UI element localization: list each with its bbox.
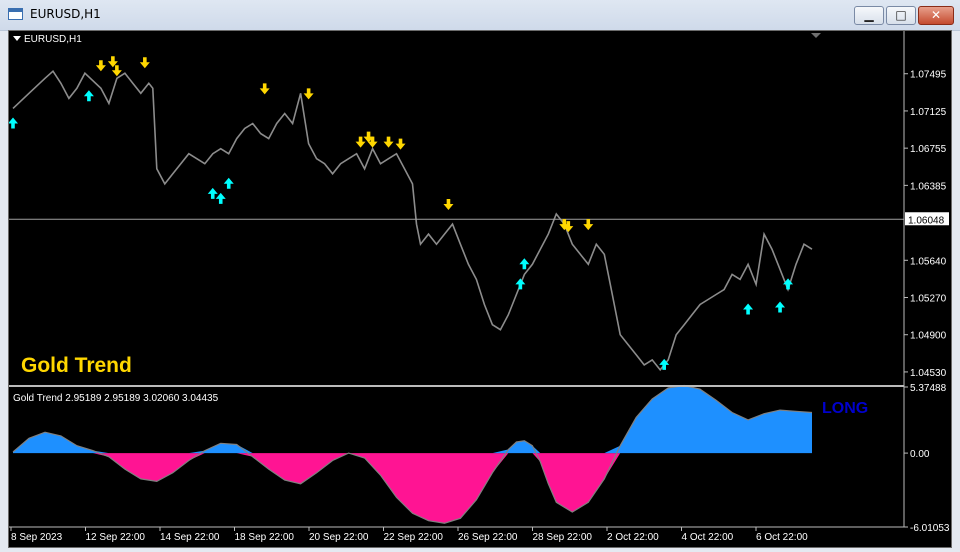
sell-arrow-icon <box>259 83 270 95</box>
buy-arrow-icon <box>223 177 234 189</box>
indicator-tick-label: -6.01053 <box>910 523 950 534</box>
gold-trend-overlay-label: Gold Trend <box>21 354 132 377</box>
sell-arrow-icon <box>443 199 454 211</box>
price-tick-label: 1.07495 <box>910 70 947 81</box>
time-tick-label: 4 Oct 22:00 <box>682 532 734 543</box>
price-tick-label: 1.04530 <box>910 368 947 379</box>
indicator-tick-label: 5.37488 <box>910 383 947 394</box>
price-panel[interactable] <box>9 56 904 372</box>
indicator-tick-label: 0.00 <box>910 449 930 460</box>
time-tick-label: 26 Sep 22:00 <box>458 532 518 543</box>
sell-arrow-icon <box>111 65 122 77</box>
time-tick-label: 14 Sep 22:00 <box>160 532 220 543</box>
chart-window-icon <box>8 8 23 20</box>
price-tick-label: 1.04900 <box>910 331 947 342</box>
symbol-menu-triangle-icon[interactable] <box>13 36 21 41</box>
buy-arrow-icon <box>9 117 18 129</box>
chart-shift-marker-icon[interactable] <box>811 33 821 38</box>
sell-arrow-icon <box>395 138 406 150</box>
price-tick-label: 1.05640 <box>910 256 947 267</box>
time-tick-label: 20 Sep 22:00 <box>309 532 369 543</box>
sell-arrow-icon <box>583 219 594 231</box>
time-tick-label: 6 Oct 22:00 <box>756 532 808 543</box>
indicator-axis: 5.37488 0.00 -6.01053 <box>904 383 950 534</box>
chart-canvas[interactable]: EURUSD,H1 Gold Trend Gold Trend 2.95189 … <box>9 31 951 547</box>
maximize-button[interactable]: □ <box>886 6 916 25</box>
chart-window[interactable]: EURUSD,H1 Gold Trend Gold Trend 2.95189 … <box>8 30 952 548</box>
sell-arrow-icon <box>383 136 394 148</box>
buy-arrow-icon <box>743 303 754 315</box>
sell-arrow-icon <box>95 60 106 72</box>
current-price-label: 1.06048 <box>908 215 945 226</box>
time-axis: 8 Sep 2023 12 Sep 22:00 14 Sep 22:00 18 Sep… <box>10 527 808 543</box>
price-series-line <box>12 69 813 372</box>
buy-arrow-icon <box>83 90 94 102</box>
window-title: EURUSD,H1 <box>30 7 101 21</box>
buy-arrow-icon <box>775 301 786 313</box>
sell-arrow-icon <box>355 136 366 148</box>
indicator-header: Gold Trend 2.95189 2.95189 3.02060 3.044… <box>13 393 219 404</box>
price-tick-label: 1.07125 <box>910 107 947 118</box>
buy-arrow-icon <box>519 258 530 270</box>
signal-label: LONG <box>822 400 868 417</box>
time-tick-label: 22 Sep 22:00 <box>384 532 444 543</box>
sell-arrow-icon <box>303 88 314 100</box>
time-tick-label: 28 Sep 22:00 <box>533 532 593 543</box>
time-tick-label: 12 Sep 22:00 <box>86 532 146 543</box>
time-tick-label: 18 Sep 22:00 <box>235 532 295 543</box>
sell-arrow-icon <box>139 57 150 69</box>
symbol-label: EURUSD,H1 <box>24 34 82 45</box>
price-tick-label: 1.06755 <box>910 144 947 155</box>
buy-arrow-icon <box>515 278 526 290</box>
price-axis: 1.07495 1.07125 1.06755 1.06385 1.05640 1.052… <box>904 70 949 379</box>
buy-arrow-icon <box>215 192 226 204</box>
indicator-panel[interactable] <box>12 384 813 524</box>
buy-arrow-icon <box>207 187 218 199</box>
title-bar: EURUSD,H1 ▁ □ ✕ <box>0 0 960 31</box>
time-tick-label: 8 Sep 2023 <box>11 532 63 543</box>
time-tick-label: 2 Oct 22:00 <box>607 532 659 543</box>
price-tick-label: 1.05270 <box>910 294 947 305</box>
price-tick-label: 1.06385 <box>910 181 947 192</box>
close-button[interactable]: ✕ <box>918 6 954 25</box>
minimize-button[interactable]: ▁ <box>854 6 884 25</box>
